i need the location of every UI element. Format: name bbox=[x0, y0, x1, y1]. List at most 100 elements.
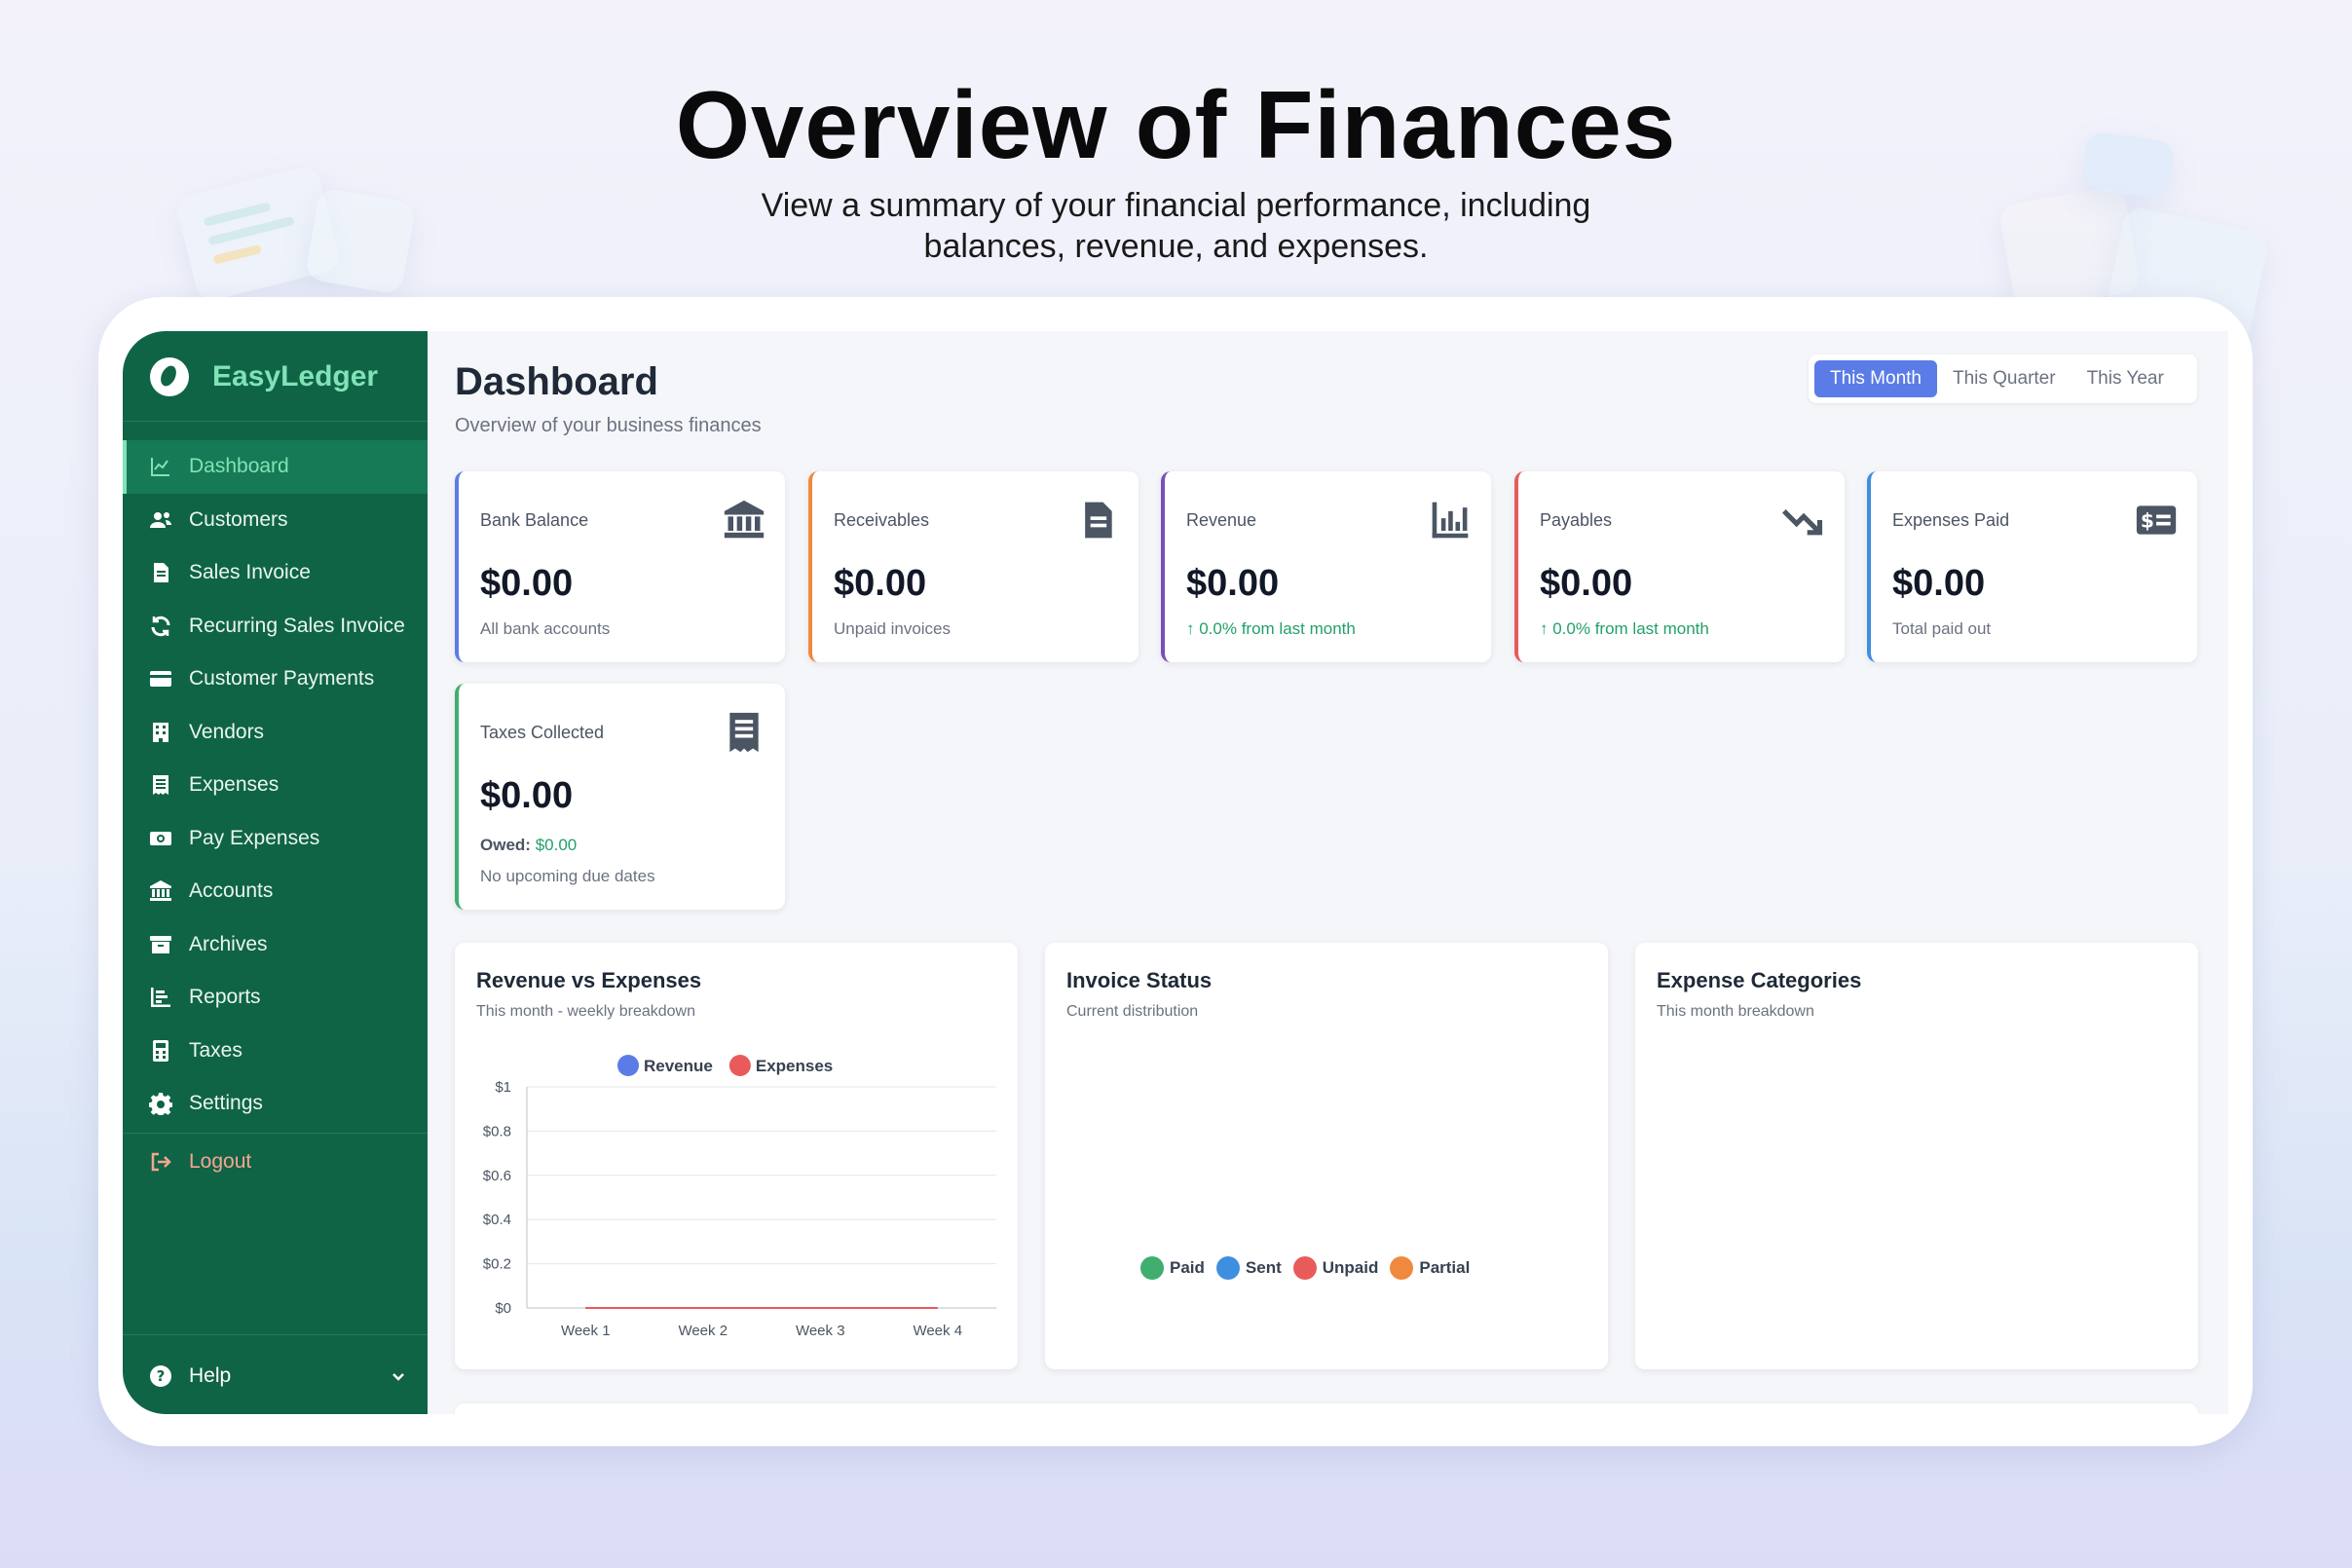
sidebar-item-archives[interactable]: Archives bbox=[123, 918, 428, 972]
sidebar-item-label: Taxes bbox=[189, 1038, 243, 1062]
card-trend-note: ↑ 0.0% from last month bbox=[1186, 619, 1356, 638]
sidebar-item-label: Archives bbox=[189, 932, 268, 955]
taxes-collected-card[interactable]: Taxes Collected $0.00 Owed: $0.00 No upc… bbox=[455, 684, 785, 910]
legend-dot bbox=[1292, 1256, 1317, 1280]
legend-label: Unpaid bbox=[1322, 1258, 1379, 1277]
divider bbox=[123, 1132, 428, 1134]
brand[interactable]: EasyLedger bbox=[150, 353, 378, 401]
legend-label: Sent bbox=[1245, 1258, 1282, 1277]
calculator-icon bbox=[148, 1038, 173, 1064]
legend-item-paid[interactable]: Paid bbox=[1140, 1256, 1205, 1280]
help-label: Help bbox=[189, 1364, 232, 1387]
legend-item-partial[interactable]: Partial bbox=[1390, 1256, 1470, 1280]
period-selector: This Month This Quarter This Year bbox=[1809, 355, 2197, 403]
sidebar-item-sales-invoice[interactable]: Sales Invoice bbox=[123, 546, 428, 600]
receipt-icon bbox=[723, 711, 765, 754]
sidebar-item-reports[interactable]: Reports bbox=[123, 971, 428, 1025]
sidebar-item-pay-expenses[interactable]: Pay Expenses bbox=[123, 812, 428, 866]
sidebar-item-customers[interactable]: Customers bbox=[123, 494, 428, 547]
legend-dot bbox=[1390, 1256, 1414, 1280]
hero-subtitle-line: balances, revenue, and expenses. bbox=[923, 228, 1429, 265]
revenue-card[interactable]: Revenue $0.00 ↑ 0.0% from last month bbox=[1161, 471, 1491, 662]
card-label: Taxes Collected bbox=[480, 723, 605, 742]
users-icon bbox=[148, 507, 173, 533]
sidebar-item-label: Recurring Sales Invoice bbox=[189, 614, 405, 637]
sidebar-item-dashboard[interactable]: Dashboard bbox=[123, 440, 428, 494]
sidebar-item-accounts[interactable]: Accounts bbox=[123, 865, 428, 918]
owed-line: Owed: $0.00 bbox=[480, 836, 577, 855]
sidebar-item-vendors[interactable]: Vendors bbox=[123, 706, 428, 760]
legend-label: Paid bbox=[1170, 1258, 1205, 1277]
sidebar-item-label: Dashboard bbox=[189, 455, 289, 478]
sidebar-item-recurring-sales-invoice[interactable]: Recurring Sales Invoice bbox=[123, 600, 428, 653]
sidebar-item-logout[interactable]: Logout bbox=[123, 1136, 428, 1189]
invoice-status-legend: Paid Sent Unpaid Partial bbox=[1140, 1256, 1481, 1280]
legend-item-unpaid[interactable]: Unpaid bbox=[1292, 1256, 1379, 1280]
invoice-status-panel: Invoice Status Current distribution Paid… bbox=[1045, 943, 1608, 1369]
sidebar-item-expenses[interactable]: Expenses bbox=[123, 759, 428, 812]
panel-subtitle: This month breakdown bbox=[1657, 1003, 1814, 1020]
bank-icon bbox=[148, 878, 173, 904]
revenue-expenses-chart[interactable]: $0 $0.2 $0.4 $0.6 $0.8 $1 Week 1 Week 2 Week 3 We… bbox=[455, 943, 1018, 1369]
bar-chart-icon bbox=[1429, 499, 1472, 541]
chart-line-icon bbox=[148, 454, 173, 479]
receipt-icon bbox=[148, 772, 173, 798]
receivables-card[interactable]: Receivables $0.00 Unpaid invoices bbox=[808, 471, 1139, 662]
sidebar-item-settings[interactable]: Settings bbox=[123, 1077, 428, 1131]
hero-title: Overview of Finances bbox=[675, 71, 1677, 178]
legend-label-revenue: Revenue bbox=[644, 1057, 713, 1075]
card-value: $0.00 bbox=[480, 563, 574, 604]
sidebar-item-taxes[interactable]: Taxes bbox=[123, 1025, 428, 1078]
question-circle-icon: ? bbox=[148, 1363, 173, 1389]
sidebar-item-label: Expenses bbox=[189, 773, 280, 797]
bar-chart-icon bbox=[148, 985, 173, 1010]
card-value: $0.00 bbox=[480, 775, 574, 816]
gear-icon bbox=[148, 1091, 173, 1116]
payables-card[interactable]: Payables $0.00 ↑ 0.0% from last month bbox=[1514, 471, 1845, 662]
legend-dot bbox=[1140, 1256, 1164, 1280]
card-label: Bank Balance bbox=[480, 510, 589, 530]
y-tick-label: $0.2 bbox=[483, 1256, 511, 1273]
panel-subtitle: Current distribution bbox=[1066, 1003, 1199, 1020]
hero-subtitle: View a summary of your financial perform… bbox=[0, 185, 2352, 267]
card-label: Receivables bbox=[834, 510, 930, 530]
legend-dot-revenue bbox=[617, 1055, 639, 1076]
panel-title: Expense Categories bbox=[1657, 968, 1862, 992]
divider bbox=[123, 421, 428, 422]
bank-balance-card[interactable]: Bank Balance $0.00 All bank accounts bbox=[455, 471, 785, 662]
legend-label-expenses: Expenses bbox=[756, 1057, 833, 1075]
sidebar-item-label: Logout bbox=[189, 1149, 252, 1173]
building-icon bbox=[148, 720, 173, 745]
page-subtitle: Overview of your business finances bbox=[455, 415, 762, 436]
credit-card-icon bbox=[148, 666, 173, 691]
panel-title: Invoice Status bbox=[1066, 968, 1213, 992]
sidebar-item-label: Customer Payments bbox=[189, 667, 375, 691]
y-tick-label: $1 bbox=[495, 1079, 511, 1096]
revenue-vs-expenses-panel: Revenue vs Expenses This month - weekly … bbox=[455, 943, 1018, 1369]
sidebar-nav: Dashboard Customers Sales Invoice Recurr… bbox=[123, 440, 428, 1188]
help-menu[interactable]: ? Help bbox=[123, 1354, 428, 1399]
period-this-quarter-button[interactable]: This Quarter bbox=[1937, 360, 2072, 397]
x-tick-label: Week 1 bbox=[561, 1323, 611, 1339]
period-this-month-button[interactable]: This Month bbox=[1814, 360, 1937, 397]
sidebar-item-label: Vendors bbox=[189, 720, 265, 743]
trend-down-icon bbox=[1782, 499, 1825, 541]
archive-icon bbox=[148, 932, 173, 957]
card-note: Total paid out bbox=[1892, 619, 1992, 638]
main-content: Dashboard Overview of your business fina… bbox=[428, 331, 2228, 1414]
x-tick-label: Week 3 bbox=[796, 1323, 845, 1339]
expenses-paid-card[interactable]: Expenses Paid $ $0.00 Total paid out bbox=[1867, 471, 2197, 662]
card-label: Payables bbox=[1540, 510, 1613, 530]
sidebar-item-label: Customers bbox=[189, 507, 288, 531]
sidebar-item-customer-payments[interactable]: Customer Payments bbox=[123, 653, 428, 706]
hero-subtitle-line: View a summary of your financial perform… bbox=[761, 187, 1591, 224]
card-value: $0.00 bbox=[834, 563, 927, 604]
card-note: No upcoming due dates bbox=[480, 867, 655, 885]
expense-categories-panel: Expense Categories This month breakdown bbox=[1635, 943, 2198, 1369]
sidebar-item-label: Pay Expenses bbox=[189, 826, 320, 849]
logout-icon bbox=[148, 1149, 173, 1175]
sidebar-item-label: Settings bbox=[189, 1092, 263, 1115]
period-this-year-button[interactable]: This Year bbox=[2072, 360, 2180, 397]
legend-item-sent[interactable]: Sent bbox=[1215, 1256, 1282, 1280]
owed-value: $0.00 bbox=[535, 836, 578, 854]
